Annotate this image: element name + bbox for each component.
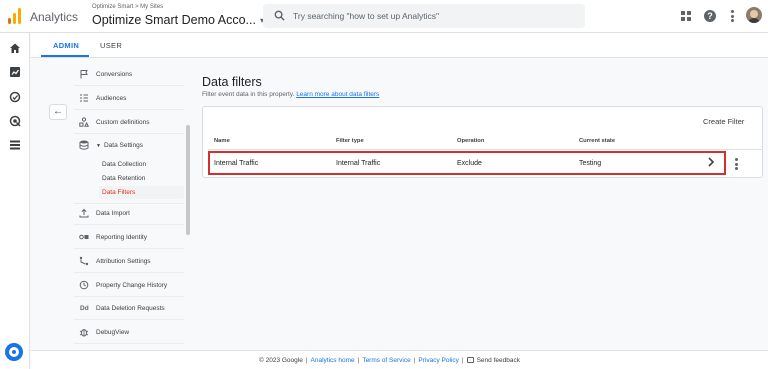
feedback-icon [466,357,474,363]
column-header-current-state: Current state [579,138,616,144]
nav-item-data-import[interactable]: Data Import [74,204,184,224]
nav-item-attribution-settings[interactable]: Attribution Settings [74,252,184,272]
copyright: © 2023 Google [259,357,303,364]
nav-item-data-deletion-requests[interactable]: Dd Data Deletion Requests [74,299,184,319]
column-header-name: Name [214,138,230,144]
nav-item-custom-definitions[interactable]: Custom definitions [74,113,184,133]
history-icon [79,280,89,290]
breadcrumb[interactable]: Optimize Smart > My Sites [92,4,163,10]
flag-icon [80,70,88,79]
left-rail [0,33,30,369]
account-name: Optimize Smart Demo Acco... [92,13,256,27]
cell-name: Internal Traffic [214,160,259,167]
tab-user[interactable]: USER [100,41,122,50]
more-vert-icon[interactable] [731,10,734,22]
search-input[interactable] [293,9,573,23]
nav-item-audiences[interactable]: Audiences [74,89,184,109]
privacy-link[interactable]: Privacy Policy [418,357,458,364]
property-settings-nav: Conversions Audiences Custom definitions… [74,58,186,350]
column-header-operation: Operation [457,138,485,144]
active-tab-indicator [41,55,89,57]
page-description: Filter event data in this property. Lear… [202,91,380,98]
tab-admin[interactable]: ADMIN [53,41,79,50]
page-title: Data filters [202,75,262,89]
explore-icon[interactable] [9,91,21,103]
nav-sub-data-collection[interactable]: Data Collection [102,161,146,168]
cell-current-state: Testing [579,160,602,167]
nav-sub-data-retention[interactable]: Data Retention [102,175,145,182]
avatar[interactable] [746,7,762,23]
settings-gear-icon[interactable] [5,343,23,361]
account-selector[interactable]: Optimize Smart Demo Acco... ▾ [92,13,264,27]
help-icon[interactable]: ? [704,10,716,22]
column-header-filter-type: Filter type [336,138,364,144]
advertising-icon[interactable] [9,115,21,127]
row-more-vert-icon[interactable] [735,158,738,172]
nav-sub-data-filters[interactable]: Data Filters [102,189,135,196]
search-icon [274,10,285,21]
home-icon[interactable] [9,42,21,54]
apps-grid-icon[interactable] [681,11,691,21]
upload-icon [79,208,89,218]
nav-item-property-change-history[interactable]: Property Change History [74,276,184,296]
learn-more-link[interactable]: Learn more about data filters [296,91,379,98]
chevron-right-icon[interactable] [706,155,716,169]
reporting-identity-icon [79,234,89,240]
attribution-icon [79,256,89,266]
analytics-home-link[interactable]: Analytics home [311,357,355,364]
nav-item-data-settings[interactable]: ▼ Data Settings [74,136,184,156]
send-feedback-button[interactable]: Send feedback [466,357,520,364]
nav-item-conversions[interactable]: Conversions [74,65,184,85]
collapse-nav-button[interactable]: ← [49,104,67,120]
nav-item-debugview[interactable]: DebugView [74,323,184,343]
custom-definitions-icon [79,117,89,127]
data-deletion-icon: Dd [80,305,89,312]
admin-tabs: ADMIN USER [31,33,768,58]
terms-link[interactable]: Terms of Service [362,357,410,364]
debug-icon [79,329,89,337]
configure-icon[interactable] [9,139,21,151]
app-name: Analytics [30,10,79,24]
analytics-logo-icon[interactable] [8,8,22,24]
cell-operation: Exclude [457,160,482,167]
nav-scrollbar[interactable] [186,125,190,235]
nav-item-reporting-identity[interactable]: Reporting Identity [74,228,184,248]
search-box[interactable] [263,4,585,28]
expand-arrow-icon: ▼ [96,143,101,149]
top-bar: Analytics Optimize Smart > My Sites Opti… [0,0,768,33]
reports-icon[interactable] [9,66,21,78]
create-filter-button[interactable]: Create Filter [703,117,744,126]
footer: © 2023 Google | Analytics home | Terms of Se… [31,350,768,369]
audiences-icon [80,94,88,102]
database-icon [79,140,89,150]
cell-filter-type: Internal Traffic [336,160,381,167]
